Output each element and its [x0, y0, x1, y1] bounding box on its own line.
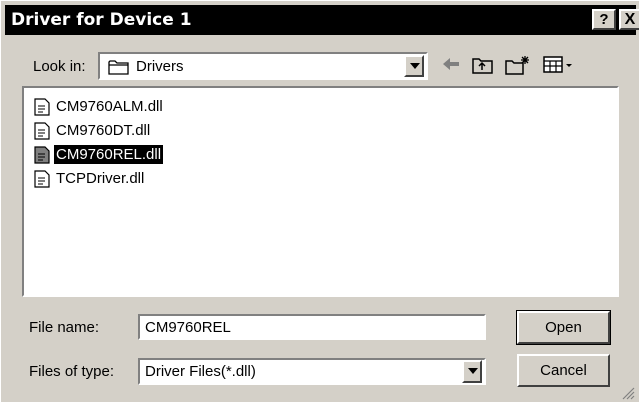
file-list-item[interactable]: CM9760DT.dll: [34, 120, 152, 141]
new-folder-icon: [505, 56, 529, 75]
title-bar[interactable]: Driver for Device 1 ? X: [5, 5, 639, 35]
file-list-item[interactable]: CM9760REL.dll: [34, 144, 164, 165]
open-button[interactable]: Open: [516, 310, 611, 345]
view-menu-button[interactable]: [543, 55, 575, 80]
files-of-type-label: Files of type:: [29, 363, 115, 380]
look-in-combobox[interactable]: Drivers: [98, 52, 428, 80]
chevron-down-icon: [468, 368, 478, 374]
file-name-text: CM9760REL.dll: [54, 145, 164, 164]
look-in-value: Drivers: [136, 58, 184, 75]
folder-icon: [108, 59, 130, 80]
file-name-value: CM9760REL: [145, 319, 231, 336]
new-folder-button[interactable]: [505, 55, 531, 80]
help-button[interactable]: ?: [592, 9, 616, 30]
file-list-item[interactable]: CM9760ALM.dll: [34, 96, 165, 117]
look-in-label: Look in:: [33, 58, 86, 75]
close-button[interactable]: X: [619, 9, 639, 30]
look-in-dropdown-button[interactable]: [404, 55, 424, 77]
dll-file-icon: [34, 145, 50, 164]
up-folder-icon: [472, 58, 493, 74]
view-menu-icon: [543, 56, 572, 73]
file-name-label: File name:: [29, 319, 100, 336]
dll-file-icon: [34, 97, 50, 116]
up-one-level-button[interactable]: [472, 55, 494, 80]
file-name-input[interactable]: CM9760REL: [138, 314, 486, 340]
open-file-dialog: Driver for Device 1 ? X Look in: Drivers: [0, 0, 639, 402]
file-name-text: TCPDriver.dll: [56, 170, 145, 187]
resize-grip-icon[interactable]: [621, 386, 635, 400]
back-arrow-icon: [443, 58, 459, 70]
cancel-button[interactable]: Cancel: [517, 354, 610, 387]
window-title: Driver for Device 1: [11, 10, 192, 30]
file-name-text: CM9760ALM.dll: [56, 98, 163, 115]
files-of-type-value: Driver Files(*.dll): [145, 363, 256, 380]
dll-file-icon: [34, 121, 50, 140]
file-name-text: CM9760DT.dll: [56, 122, 151, 139]
file-list-item[interactable]: TCPDriver.dll: [34, 168, 146, 189]
files-of-type-combobox[interactable]: Driver Files(*.dll): [138, 358, 486, 385]
dll-file-icon: [34, 169, 50, 188]
files-of-type-dropdown-button[interactable]: [462, 360, 482, 383]
back-button[interactable]: [441, 55, 461, 78]
file-list[interactable]: CM9760ALM.dll CM9760DT.dll CM9760REL.dll TC…: [22, 86, 619, 297]
chevron-down-icon: [410, 63, 420, 69]
